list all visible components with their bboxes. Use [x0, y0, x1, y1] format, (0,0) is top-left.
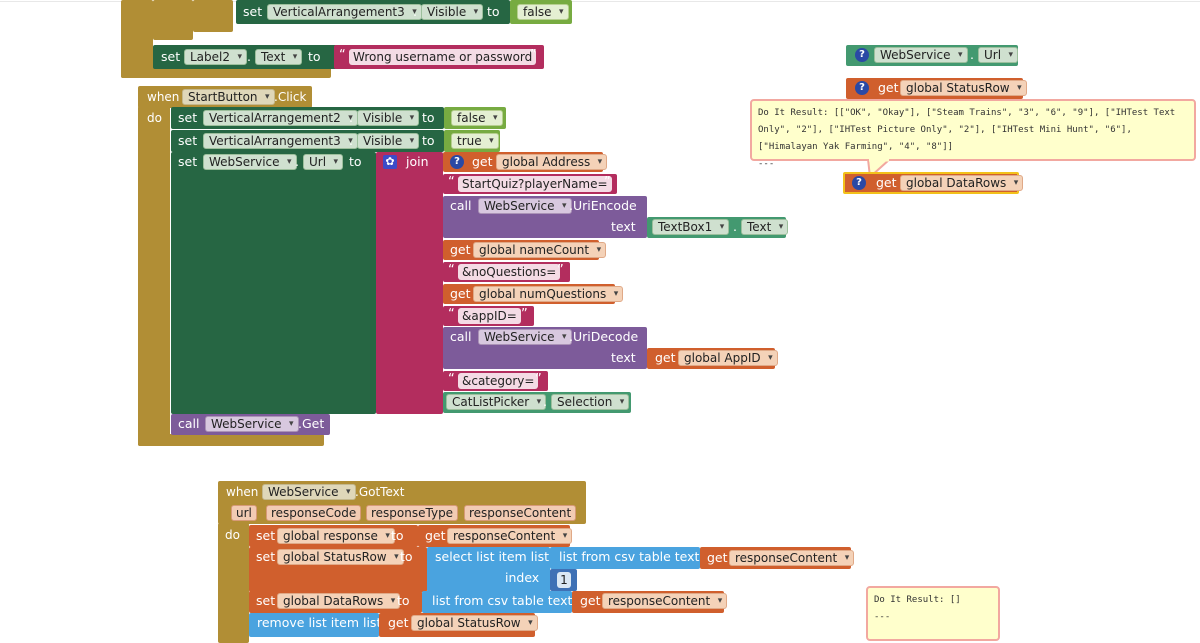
- set-visible-block-top[interactable]: set VerticalArrangement3 . Visible to: [236, 0, 510, 24]
- get-global-datarows-selected[interactable]: ? get global DataRows: [843, 172, 1024, 194]
- param-responsecontent[interactable]: responseContent: [464, 505, 577, 521]
- event-webservice-gottext-header[interactable]: when WebService .GotText url responseCod…: [218, 481, 586, 524]
- text-join-block[interactable]: ✿ join: [376, 152, 443, 414]
- logic-false-block[interactable]: false: [444, 107, 506, 129]
- call-webservice-uridecode[interactable]: call WebService .UriDecode text: [443, 327, 647, 369]
- component-dropdown[interactable]: VerticalArrangement3: [267, 4, 422, 20]
- do-it-result-bubble: Do It Result: [["OK", "Okay"], ["Steam T…: [750, 99, 1196, 169]
- get-global-numquestions[interactable]: get global numQuestions: [443, 284, 624, 304]
- do-it-result-bubble-empty: Do It Result: [] ---: [866, 586, 1000, 641]
- prev-inner-rail-2[interactable]: [193, 0, 233, 32]
- event-startbutton-click-header[interactable]: when StartButton .Click: [138, 86, 312, 108]
- set-global-statusrow[interactable]: set global StatusRow to: [249, 547, 427, 592]
- prev-inner-rail[interactable]: [153, 0, 193, 40]
- list-from-csv-table-block[interactable]: list from csv table text: [550, 547, 700, 569]
- property-dropdown[interactable]: Visible: [421, 4, 484, 20]
- get-global-address[interactable]: ? get global Address: [443, 152, 608, 172]
- text-string-block[interactable]: “ Wrong username or password ”: [334, 45, 544, 69]
- help-question-icon[interactable]: ?: [852, 176, 866, 190]
- call-webservice-uriencode[interactable]: call WebService .UriEncode text: [443, 196, 647, 238]
- property-dropdown[interactable]: Text: [255, 49, 303, 65]
- string-category[interactable]: “ &category= ”: [443, 371, 548, 391]
- param-responsetype[interactable]: responseType: [366, 505, 459, 521]
- remove-list-item-block[interactable]: remove list item list: [249, 613, 381, 637]
- mutator-gear-icon[interactable]: ✿: [383, 155, 397, 169]
- event-component-dropdown[interactable]: StartButton: [182, 89, 275, 105]
- event-gottext-do-rail[interactable]: do: [218, 523, 249, 643]
- set-vertical-arrangement3-visible[interactable]: set VerticalArrangement3 . Visible to: [171, 130, 444, 152]
- set-vertical-arrangement2-visible[interactable]: set VerticalArrangement2 . Visible to: [171, 107, 444, 129]
- help-question-icon[interactable]: ?: [450, 155, 464, 169]
- get-global-namecount[interactable]: get global nameCount: [443, 240, 607, 260]
- list-from-csv-table-block[interactable]: list from csv table text: [422, 591, 572, 613]
- webservice-url-getter[interactable]: ? WebService . Url: [846, 45, 1019, 66]
- set-label-text-block[interactable]: set Label2 . Text to: [153, 45, 337, 69]
- param-responsecode[interactable]: responseCode: [266, 505, 362, 521]
- textbox1-text-getter[interactable]: TextBox1 . Text: [647, 217, 789, 238]
- logic-true-block[interactable]: true: [444, 130, 500, 152]
- set-global-response[interactable]: set global response to: [249, 525, 418, 547]
- get-responsecontent[interactable]: get responseContent: [418, 525, 573, 547]
- get-responsecontent[interactable]: get responseContent: [700, 547, 855, 569]
- event-startbutton-do-rail[interactable]: do: [138, 106, 170, 446]
- catlistpicker-selection-getter[interactable]: CatListPicker . Selection: [443, 392, 631, 413]
- select-list-item-block[interactable]: select list item list index: [427, 547, 550, 592]
- param-url[interactable]: url: [231, 505, 257, 521]
- set-webservice-url-block[interactable]: set WebService . Url to: [171, 152, 376, 414]
- get-responsecontent[interactable]: get responseContent: [572, 591, 728, 613]
- logic-false-block[interactable]: false: [510, 0, 572, 24]
- get-global-statusrow[interactable]: get global StatusRow: [379, 613, 538, 637]
- component-dropdown[interactable]: Label2: [184, 49, 248, 65]
- string-appid[interactable]: “ &appID= ”: [443, 306, 534, 326]
- get-global-appid[interactable]: get global AppID: [647, 348, 778, 369]
- math-number-block[interactable]: 1: [550, 569, 577, 591]
- call-webservice-get[interactable]: call WebService .Get: [171, 414, 330, 435]
- string-startquiz[interactable]: “ StartQuiz?playerName= ”: [443, 174, 617, 194]
- help-question-icon[interactable]: ?: [855, 48, 869, 62]
- set-global-datarows[interactable]: set global DataRows to: [249, 591, 422, 613]
- get-global-statusrow[interactable]: ? get global StatusRow: [846, 78, 1027, 99]
- event-startbutton-footer: [138, 434, 324, 446]
- help-question-icon[interactable]: ?: [855, 81, 869, 95]
- string-noquestions[interactable]: “ &noQuestions= ”: [443, 262, 570, 282]
